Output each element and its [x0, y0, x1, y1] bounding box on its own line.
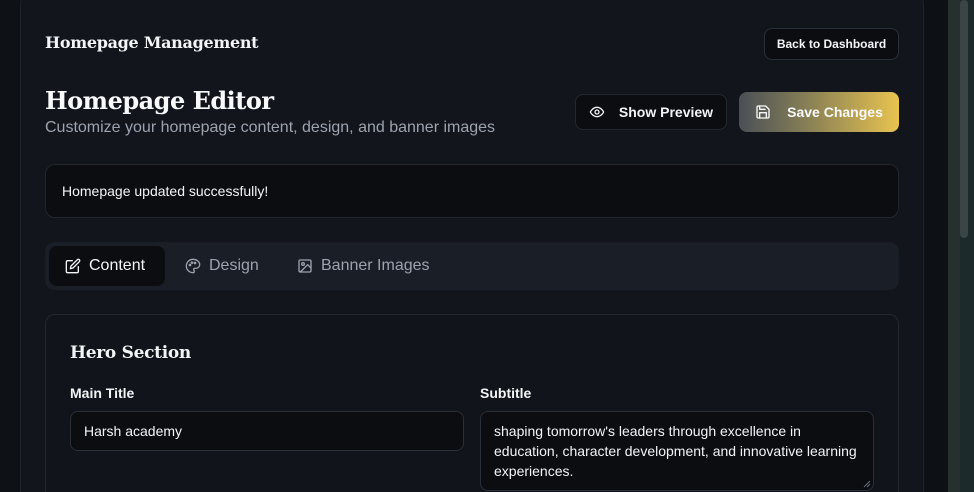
tab-design[interactable]: Design	[185, 246, 275, 286]
tab-design-label: Design	[209, 257, 259, 274]
resize-handle-icon[interactable]	[863, 480, 871, 488]
subtitle-value: shaping tomorrow's leaders through excel…	[494, 423, 857, 479]
back-to-dashboard-button[interactable]: Back to Dashboard	[764, 28, 899, 60]
tab-content[interactable]: Content	[49, 246, 165, 286]
tab-content-label: Content	[89, 257, 146, 274]
eye-icon	[589, 104, 605, 120]
scrollbar-thumb[interactable]	[960, 0, 968, 238]
alert-message: Homepage updated successfully!	[62, 183, 269, 199]
palette-icon	[185, 258, 201, 274]
main-title-label: Main Title	[70, 385, 135, 401]
save-changes-label: Save Changes	[787, 104, 883, 120]
page-title: Homepage Editor	[45, 86, 274, 115]
main-title-input[interactable]: Harsh academy	[70, 411, 464, 451]
page-subtitle: Customize your homepage content, design,…	[45, 119, 496, 136]
subtitle-textarea[interactable]: shaping tomorrow's leaders through excel…	[480, 411, 874, 491]
management-title: Homepage Management	[45, 33, 259, 52]
tab-banner-images[interactable]: Banner Images	[297, 246, 447, 286]
page-background	[0, 0, 20, 492]
show-preview-label: Show Preview	[618, 104, 714, 120]
tab-banner-images-label: Banner Images	[321, 257, 430, 274]
show-preview-button[interactable]: Show Preview	[575, 94, 727, 130]
hero-section-title: Hero Section	[70, 343, 191, 363]
scroll-gap	[924, 0, 948, 492]
save-changes-button[interactable]: Save Changes	[739, 92, 899, 132]
success-alert: Homepage updated successfully!	[45, 164, 899, 218]
editor-tabs: Content Design Banner Images	[45, 242, 899, 290]
image-icon	[297, 258, 313, 274]
subtitle-label: Subtitle	[480, 385, 532, 401]
main-title-value: Harsh academy	[84, 423, 183, 439]
edit-icon	[65, 258, 81, 274]
save-icon	[755, 104, 771, 120]
